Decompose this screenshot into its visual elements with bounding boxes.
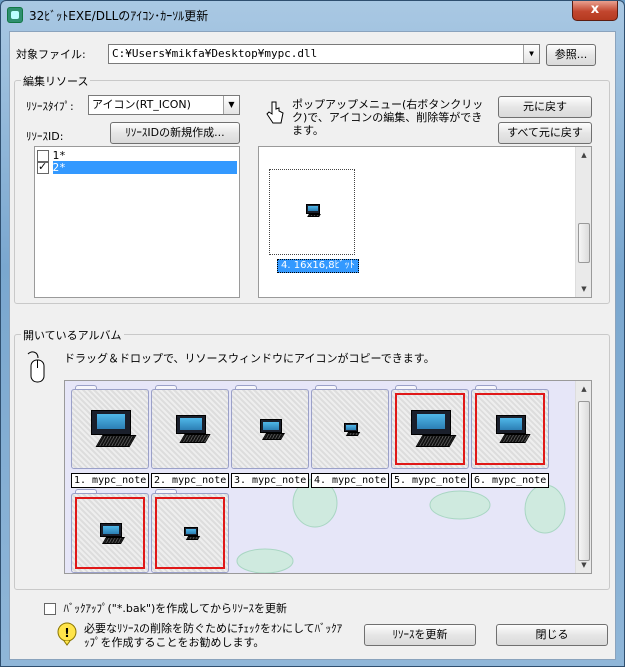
album-item[interactable] (151, 493, 229, 573)
album-panel[interactable]: 1. mypc_note 2. mypc_note 3. mypc_note 4. m… (64, 380, 592, 574)
selected-icon-caption: 4. 16x16,8ﾋﾞｯﾄ (277, 259, 359, 273)
mouse-icon (26, 350, 46, 384)
album-item-caption: 3. mypc_note (231, 473, 309, 488)
album-item[interactable] (71, 493, 149, 573)
update-resources-button[interactable]: ﾘｿｰｽを更新 (364, 624, 476, 646)
backup-label: ﾊﾞｯｸｱｯﾌﾟ("*.bak")を作成してからﾘｿｰｽを更新 (63, 602, 287, 615)
laptop-icon (176, 415, 211, 445)
edit-resource-group-label: 編集リソース (21, 73, 91, 89)
album-item-caption: 1. mypc_note (71, 473, 149, 488)
scroll-up-icon[interactable]: ▲ (576, 147, 592, 163)
browse-button[interactable]: 参照... (546, 44, 596, 66)
resource-type-select[interactable]: アイコン(RT_ICON) ▼ (88, 95, 240, 115)
album-item-caption: 5. mypc_note (391, 473, 469, 488)
album-item-caption: 2. mypc_note (151, 473, 229, 488)
chevron-down-icon[interactable]: ▼ (223, 96, 239, 114)
list-item-selected[interactable]: 2* (37, 160, 237, 174)
warning-text: 必要なﾘｿｰｽの削除を防ぐためにﾁｪｯｸをｵﾝにしてﾊﾞｯｸｱｯﾌﾟを作成するこ… (84, 622, 343, 649)
scroll-thumb[interactable] (578, 223, 590, 263)
target-file-path: C:¥Users¥mikfa¥Desktop¥mypc.dll (112, 47, 318, 60)
selection-frame (155, 497, 225, 569)
scroll-down-icon[interactable]: ▼ (576, 557, 591, 573)
warning-icon: ! (56, 622, 78, 646)
resource-icon-panel[interactable]: 4. 16x16,8ﾋﾞｯﾄ ▲ ▼ (258, 146, 592, 298)
album-item-caption: 6. mypc_note (471, 473, 549, 488)
chevron-down-icon[interactable]: ▼ (523, 45, 539, 63)
album-item[interactable] (71, 389, 149, 469)
resource-type-value: アイコン(RT_ICON) (92, 98, 191, 111)
album-hint-text: ドラッグ＆ドロップで、リソースウィンドウにアイコンがコピーできます。 (64, 352, 435, 365)
id-checkbox[interactable] (37, 160, 49, 174)
scroll-down-icon[interactable]: ▼ (576, 281, 592, 297)
app-window: 32ﾋﾞｯﾄEXE/DLLのｱｲｺﾝ･ｶｰｿﾙ更新 x 対象ファイル: C:¥U… (0, 0, 625, 667)
laptop-icon (91, 410, 137, 450)
title-bar[interactable]: 32ﾋﾞｯﾄEXE/DLLのｱｲｺﾝ･ｶｰｿﾙ更新 x (1, 1, 624, 29)
backup-option[interactable]: ﾊﾞｯｸｱｯﾌﾟ("*.bak")を作成してからﾘｿｰｽを更新 (44, 600, 287, 616)
close-button[interactable]: 閉じる (496, 624, 608, 646)
album-item[interactable] (391, 389, 469, 469)
vertical-scrollbar[interactable]: ▲ ▼ (575, 147, 591, 297)
hand-pointer-icon (266, 100, 284, 126)
target-file-combo[interactable]: C:¥Users¥mikfa¥Desktop¥mypc.dll ▼ (108, 44, 540, 64)
selection-frame (395, 393, 465, 465)
close-window-button[interactable]: x (572, 1, 618, 21)
backup-checkbox[interactable] (44, 603, 56, 615)
album-item-caption: 4. mypc_note (311, 473, 389, 488)
laptop-icon (260, 419, 286, 441)
album-item[interactable] (471, 389, 549, 469)
target-file-label: 対象ファイル: (16, 48, 86, 61)
album-group-label: 開いているアルバム (21, 327, 124, 343)
album-item[interactable] (151, 389, 229, 469)
revert-all-button[interactable]: すべて元に戻す (498, 122, 592, 144)
list-item-label: 2* (52, 161, 237, 174)
laptop-icon (344, 423, 361, 437)
selection-frame (75, 497, 145, 569)
scroll-thumb[interactable] (578, 401, 590, 561)
selected-icon-tile[interactable] (269, 169, 355, 255)
window-title: 32ﾋﾞｯﾄEXE/DLLのｱｲｺﾝ･ｶｰｿﾙ更新 (29, 9, 209, 23)
resource-id-list[interactable]: 1* 2* (34, 146, 240, 298)
resource-id-label: ﾘｿｰｽID: (26, 130, 64, 143)
album-item[interactable] (311, 389, 389, 469)
revert-button[interactable]: 元に戻す (498, 96, 592, 118)
album-vertical-scrollbar[interactable]: ▲ ▼ (575, 381, 591, 573)
laptop-icon (306, 204, 321, 218)
edit-hint-text: ポップアップメニュー(右ボタンクリック)で、アイコンの編集、削除等ができます。 (292, 98, 484, 137)
new-resource-id-button[interactable]: ﾘｿｰｽIDの新規作成... (110, 122, 240, 144)
album-item[interactable] (231, 389, 309, 469)
app-icon (7, 7, 23, 23)
svg-text:!: ! (64, 626, 69, 640)
selection-frame (475, 393, 545, 465)
scroll-up-icon[interactable]: ▲ (576, 381, 591, 397)
resource-type-label: ﾘｿｰｽﾀｲﾌﾟ: (26, 100, 74, 113)
dialog-client: 対象ファイル: C:¥Users¥mikfa¥Desktop¥mypc.dll … (9, 31, 616, 660)
